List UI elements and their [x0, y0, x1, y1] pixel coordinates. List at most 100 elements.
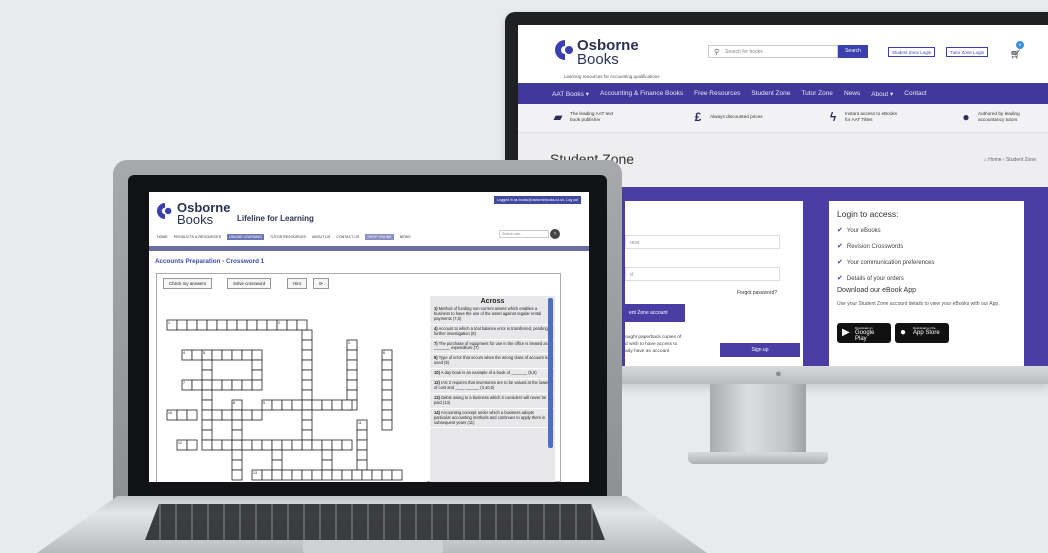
- crossword-panel: Check my answers Solve crossword Hint ⟳: [156, 273, 561, 482]
- clue-text: Account to which a trial balance error i…: [434, 325, 548, 336]
- clue-text: The purchase of equipment for use in the…: [434, 340, 548, 351]
- crossword-grid-svg: 1 2 3 4 5 6 7 8 9 10 11 12 13: [166, 319, 403, 481]
- pound-icon: £: [694, 110, 702, 124]
- benefit-item: ✔ Revision Crosswords: [837, 242, 903, 250]
- google-play-button[interactable]: ▶ Download on Google Play: [837, 323, 891, 343]
- grid-number: 9: [263, 401, 265, 405]
- breadcrumb[interactable]: ⌂ Home › Student Zone: [984, 157, 1036, 163]
- nav-news[interactable]: News: [844, 90, 860, 97]
- site-header: Osborne Books Learning resources for Acc…: [518, 25, 1048, 83]
- cart-count-badge: 0: [1016, 41, 1024, 49]
- clue-item[interactable]: 12) IAS 2 requires that inventories are …: [430, 379, 555, 394]
- site-tagline: Lifeline for Learning: [237, 214, 314, 223]
- benefit-label: Details of your orders: [846, 276, 904, 282]
- nav-shop-online[interactable]: SHOP ONLINE: [365, 234, 394, 240]
- nav-tutor-resources[interactable]: TUTOR RESOURCES: [270, 235, 306, 239]
- benefits-heading: Login to access:: [837, 209, 899, 219]
- nav-free-resources[interactable]: Free Resources: [694, 90, 740, 97]
- grid-number: 8: [233, 401, 235, 405]
- clue-number: 10): [434, 370, 440, 376]
- check-icon: ✔: [837, 275, 843, 282]
- password-field[interactable]: d: [625, 267, 780, 281]
- search-input[interactable]: ⚲ Search for books: [708, 45, 838, 58]
- crossword-title: Accounts Preparation - Crossword 1: [155, 258, 265, 265]
- clue-item[interactable]: 4) Account to which a trial balance erro…: [430, 325, 555, 340]
- search-button[interactable]: ›: [550, 229, 560, 239]
- grid-number: 10: [168, 411, 172, 415]
- clue-item[interactable]: 10) A day book is an example of a book o…: [430, 369, 555, 380]
- sign-up-button[interactable]: Sign up: [720, 343, 800, 357]
- nav-contact-us[interactable]: CONTACT US: [336, 235, 359, 239]
- nav-contact[interactable]: Contact: [904, 90, 926, 97]
- grid-number: 1: [168, 321, 170, 325]
- nav-accounting-finance-books[interactable]: Accounting & Finance Books: [600, 90, 683, 97]
- logo-name: Books: [177, 212, 214, 227]
- clue-text: A day book is an example of a book of __…: [440, 370, 537, 376]
- login-benefits-card: Login to access: ✔ Your eBooks ✔ Revision …: [829, 201, 1024, 366]
- clue-item[interactable]: 9) Type of error that occurs when the wr…: [430, 354, 555, 370]
- feature-text: Authored by leading accountancy tutors: [978, 111, 1020, 122]
- login-button[interactable]: ent Zone account: [625, 304, 685, 322]
- nav-home[interactable]: HOME: [157, 235, 168, 239]
- clue-item[interactable]: 1) Method of funding non-current assets …: [430, 305, 555, 325]
- osborne-logo-icon: [157, 203, 172, 219]
- monitor-stand: [710, 384, 806, 454]
- search-button[interactable]: Search: [838, 45, 868, 58]
- grid-number: 4: [183, 351, 185, 355]
- nav-news[interactable]: NEWS: [400, 235, 411, 239]
- logged-in-status[interactable]: Logged in as books@osbornebooks.co.uk. L…: [494, 196, 581, 204]
- app-text: Use your Student Zone account details to…: [837, 301, 1000, 307]
- grid-number: 11: [358, 421, 362, 425]
- search-icon: ›: [554, 231, 556, 237]
- grid-number: 7: [183, 381, 185, 385]
- feature-text: Always discounted prices: [710, 114, 763, 119]
- logo-tagline: Learning resources for Accounting qualif…: [564, 74, 660, 79]
- main-nav: AAT Books ▾ Accounting & Finance Books F…: [518, 83, 1048, 104]
- cart-icon[interactable]: 🛒︎: [1010, 49, 1021, 60]
- clue-item[interactable]: 13) Debts owing to a business which it c…: [430, 394, 555, 409]
- store-label: Google Play: [855, 330, 875, 342]
- feature-text: Instant access to eBooks for AAT Titles: [845, 111, 898, 122]
- refresh-icon[interactable]: ⟳: [313, 278, 329, 289]
- nav-about-us[interactable]: ABOUT US: [312, 235, 330, 239]
- laptop-site-header: Osborne Books Lifeline for Learning Logg…: [149, 192, 589, 232]
- clue-text: IAS 2 requires that inventories are to b…: [434, 380, 549, 390]
- app-store-button[interactable]: ● Download on the App Store: [895, 323, 949, 343]
- apple-logo-icon: ●: [775, 368, 782, 380]
- grid-number: 3: [348, 341, 350, 345]
- apple-icon: ●: [900, 327, 907, 338]
- tutor-zone-login-button[interactable]: Tutor Zone Login: [946, 47, 989, 57]
- nav-products-resources[interactable]: PRODUCTS & RESOURCES: [174, 235, 221, 239]
- lightning-icon: ϟ: [829, 110, 837, 124]
- features-strip: ▰ The leading AAT text book publisher £ …: [518, 104, 1048, 132]
- clues-scrollbar[interactable]: [548, 298, 553, 448]
- student-zone-login-button[interactable]: Student Zone Login: [888, 47, 936, 57]
- laptop-trackpad: [303, 540, 443, 553]
- header-bar: [149, 246, 589, 251]
- nav-tutor-zone[interactable]: Tutor Zone: [801, 90, 833, 97]
- check-icon: ✔: [837, 243, 843, 250]
- nav-aat-books[interactable]: AAT Books ▾: [552, 90, 589, 98]
- clue-item[interactable]: 14) Accounting concept under which a bus…: [430, 409, 555, 429]
- solve-crossword-button[interactable]: Solve crossword: [227, 278, 272, 289]
- site-search-input[interactable]: Search site...: [499, 230, 549, 238]
- nav-about[interactable]: About ▾: [871, 90, 893, 98]
- nav-student-zone[interactable]: Student Zone: [751, 90, 790, 97]
- nav-online-learning[interactable]: ONLINE LEARNING: [227, 234, 264, 240]
- grid-number: 6: [383, 351, 385, 355]
- email-field[interactable]: ress: [625, 235, 780, 249]
- benefit-label: Revision Crosswords: [846, 244, 904, 250]
- clues-heading: Across: [480, 298, 505, 305]
- hint-button[interactable]: Hint: [287, 278, 307, 289]
- clue-text: Accounting concept under which a busines…: [434, 409, 546, 425]
- grid-number: 13: [253, 471, 257, 475]
- clues-panel[interactable]: Across 1) Method of funding non-current …: [430, 296, 555, 482]
- clue-text: Method of funding non-current assets whi…: [434, 306, 542, 321]
- check-answers-button[interactable]: Check my answers: [163, 278, 213, 289]
- forgot-password-link[interactable]: Forgot password?: [737, 290, 777, 296]
- osborne-logo-icon: [555, 40, 573, 60]
- check-icon: ✔: [837, 259, 843, 266]
- benefit-item: ✔ Your eBooks: [837, 226, 881, 234]
- clue-item[interactable]: 7) The purchase of equipment for use in …: [430, 340, 555, 355]
- crossword-grid[interactable]: 1 2 3 4 5 6 7 8 9 10 11 12 13: [157, 296, 427, 482]
